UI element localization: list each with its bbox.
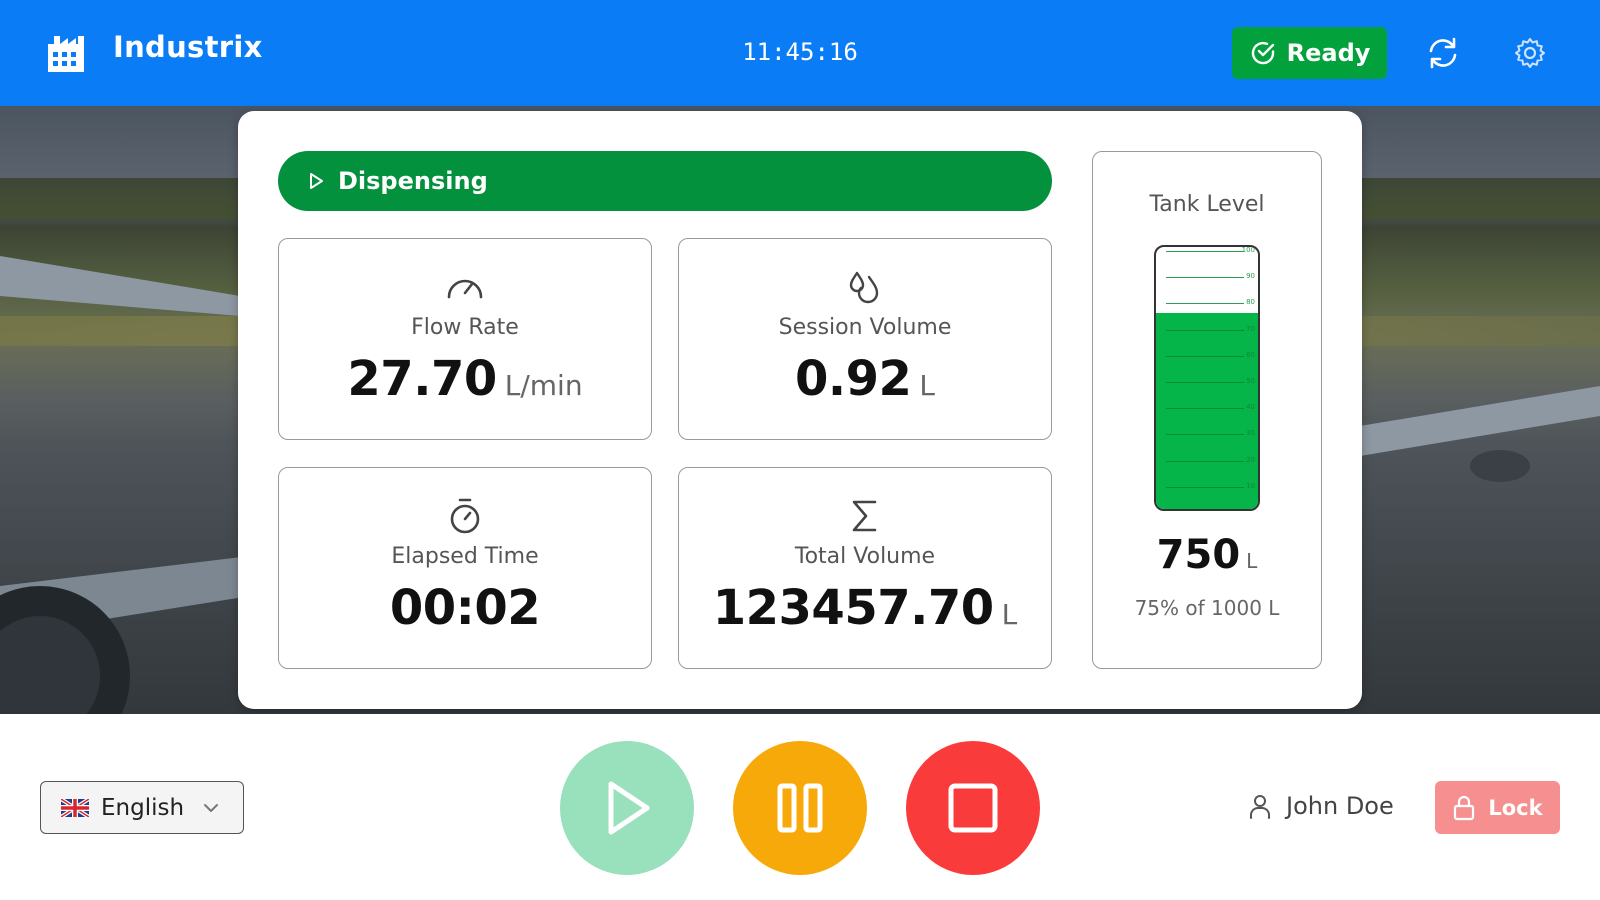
metric-value: 00:02 (389, 580, 541, 636)
brand-name: Industrix (113, 30, 263, 64)
tank-scale-label: 80 (1246, 298, 1255, 307)
metric-unit: L (1001, 598, 1018, 631)
check-circle-icon (1251, 41, 1274, 65)
tank-scale-tick (1166, 277, 1244, 279)
language-select[interactable]: English (40, 781, 244, 834)
gear-icon[interactable] (1513, 36, 1547, 70)
tank-unit: L (1246, 549, 1258, 573)
tank-scale-tick (1166, 303, 1244, 305)
stop-icon (948, 783, 998, 833)
tank-caption: 75% of 1000 L (1134, 596, 1280, 620)
tank-scale-label: 90 (1246, 272, 1255, 281)
language-label: English (101, 794, 185, 821)
flow-rate-tile: Flow Rate 27.70 L/min (278, 238, 652, 440)
metric-label: Total Volume (794, 544, 936, 569)
top-bar: Industrix 11:45:16 Ready (0, 0, 1600, 106)
control-bar: English John Doe Lock (0, 714, 1600, 900)
lock-button[interactable]: Lock (1435, 781, 1560, 834)
metric-unit: L/min (504, 369, 583, 402)
refresh-icon[interactable] (1426, 36, 1460, 70)
sigma-icon (852, 500, 877, 532)
tank-scale-label: 60 (1246, 350, 1255, 359)
user-icon (1250, 795, 1270, 819)
user-info: John Doe (1248, 792, 1394, 820)
tank-scale-tick (1166, 434, 1244, 436)
start-button[interactable] (560, 741, 694, 875)
tank-value: 750 (1156, 532, 1241, 578)
pause-icon (777, 783, 823, 833)
play-outline-icon (310, 173, 323, 189)
uk-flag-icon (61, 798, 89, 817)
metric-label: Flow Rate (411, 315, 519, 340)
user-name: John Doe (1286, 792, 1394, 820)
tank-scale-label: 40 (1246, 403, 1255, 412)
metric-label: Session Volume (778, 315, 952, 340)
tank-scale-tick (1166, 355, 1244, 357)
tank-title: Tank Level (1149, 192, 1265, 217)
lock-label: Lock (1488, 795, 1543, 820)
metric-value: 123457.70 (712, 580, 994, 636)
aircraft-wing-left (0, 256, 250, 714)
tank-scale-label: 50 (1246, 377, 1255, 385)
tank-scale-label: 100 (1241, 246, 1255, 254)
tank-scale-tick (1166, 251, 1244, 252)
tank-scale-tick (1166, 460, 1244, 462)
timer-icon (450, 498, 480, 534)
tank-scale-tick (1166, 408, 1244, 410)
tank-gauge: 100 90 80 70 60 50 40 30 20 10 (1154, 245, 1260, 511)
tank-scale-tick (1166, 382, 1244, 383)
tank-level-panel: Tank Level 100 90 80 70 60 50 40 30 20 10 750 L 7… (1092, 151, 1322, 669)
tank-scale-tick (1166, 486, 1244, 488)
elapsed-time-tile: Elapsed Time 00:02 (278, 467, 652, 669)
metric-unit: L (919, 369, 936, 402)
lock-icon (1454, 795, 1475, 820)
session-volume-tile: Session Volume 0.92 L (678, 238, 1052, 440)
chevron-down-icon (204, 803, 219, 812)
tank-fill (1156, 312, 1258, 509)
metric-label: Elapsed Time (391, 544, 539, 569)
status-label: Dispensing (338, 167, 488, 195)
status-banner: Dispensing (278, 151, 1052, 211)
play-icon (608, 781, 650, 835)
factory-icon (48, 36, 84, 72)
pause-button[interactable] (733, 741, 867, 875)
tank-scale-label: 20 (1246, 455, 1255, 464)
gauge-icon (447, 279, 483, 299)
tank-scale-tick (1166, 329, 1244, 331)
stop-button[interactable] (906, 741, 1040, 875)
tank-scale-label: 70 (1246, 324, 1255, 333)
metric-value: 0.92 (794, 351, 912, 407)
dispense-panel: Dispensing Flow Rate 27.70 L/min Session… (238, 111, 1362, 709)
ready-label: Ready (1286, 39, 1371, 67)
aircraft-wing-right (1360, 386, 1600, 482)
tank-scale-label: 10 (1246, 481, 1255, 490)
clock: 11:45:16 (742, 38, 858, 66)
tank-scale-label: 30 (1246, 429, 1255, 438)
metric-value: 27.70 (347, 351, 497, 407)
total-volume-tile: Total Volume 123457.70 L (678, 467, 1052, 669)
droplets-icon (849, 271, 879, 304)
ready-status-button[interactable]: Ready (1232, 27, 1387, 79)
